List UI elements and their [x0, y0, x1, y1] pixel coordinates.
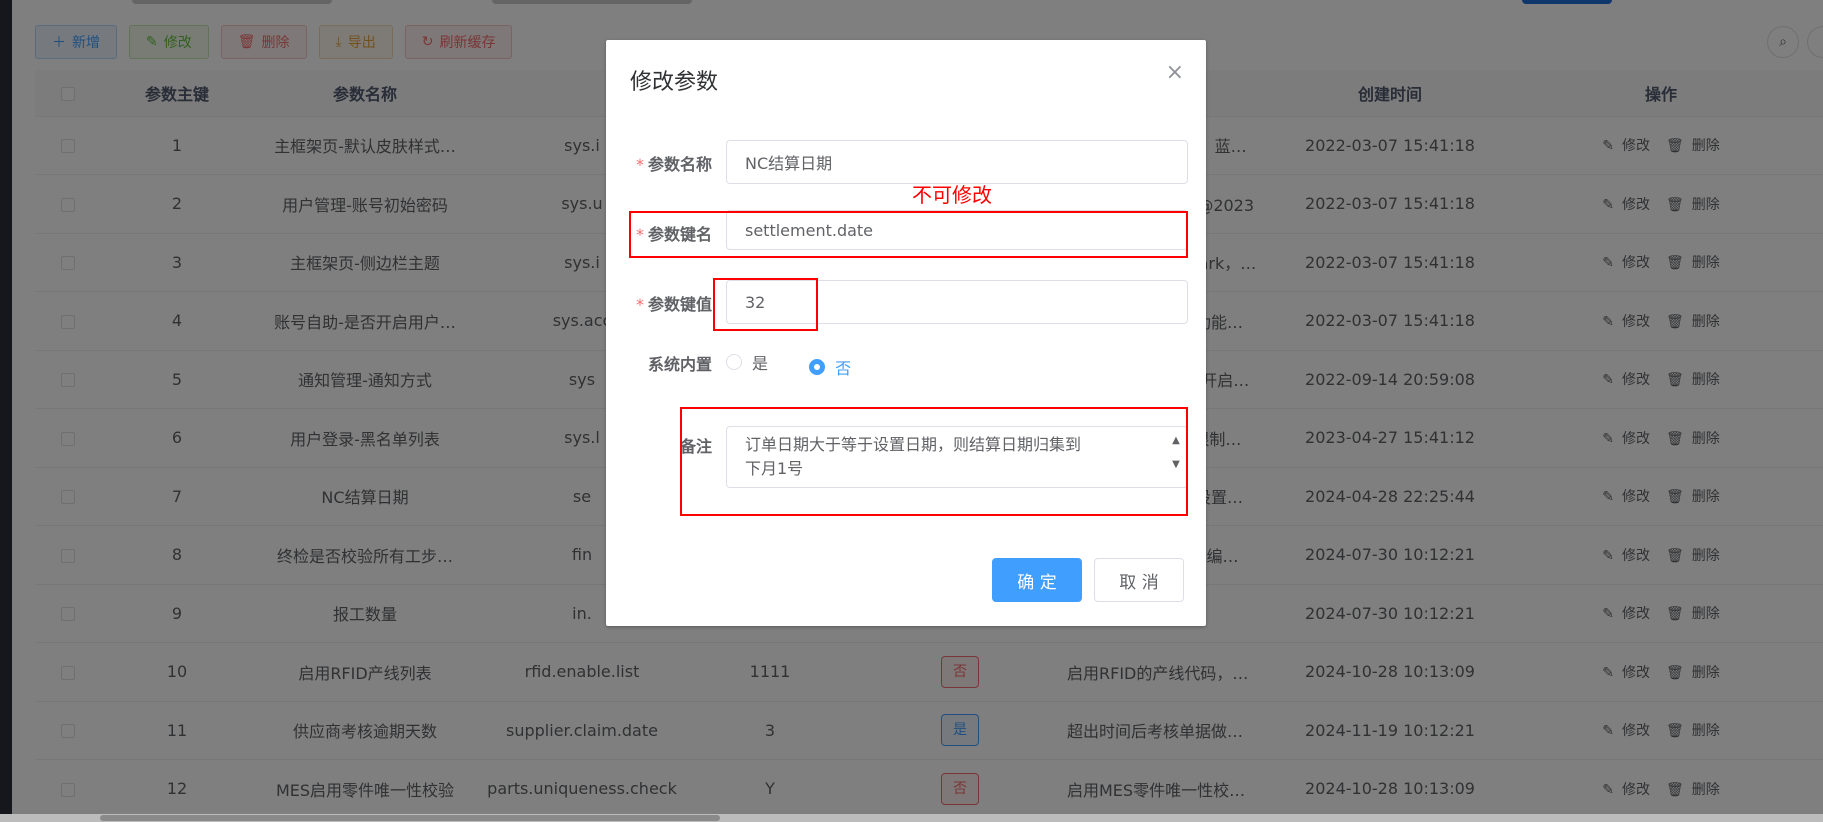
annotation-box-key	[629, 211, 1188, 258]
required-mark: *	[635, 295, 644, 314]
value-label: * 参数键值	[635, 295, 712, 314]
builtin-radio-group: 是 否	[726, 350, 887, 379]
required-mark: *	[635, 155, 644, 174]
builtin-yes-radio[interactable]: 是	[726, 350, 768, 374]
name-label: * 参数名称	[635, 155, 712, 174]
cancel-button[interactable]: 取 消	[1094, 558, 1184, 602]
radio-circle	[726, 354, 742, 370]
param-name-input[interactable]: NC结算日期	[726, 140, 1188, 184]
annotation-note: 不可修改	[912, 183, 992, 207]
dialog-title: 修改参数	[630, 70, 719, 95]
annotation-box-value	[713, 278, 818, 331]
scrollbar-thumb[interactable]	[100, 815, 720, 821]
builtin-label: 系统内置	[647, 355, 712, 374]
confirm-button[interactable]: 确 定	[992, 558, 1082, 602]
radio-circle-checked	[809, 359, 826, 375]
edit-param-dialog: 修改参数 × * 参数名称 NC结算日期 * 参数键名 settlement.dat…	[606, 40, 1206, 626]
builtin-no-radio[interactable]: 否	[809, 355, 851, 379]
close-icon[interactable]: ×	[1166, 62, 1184, 84]
annotation-box-remark	[680, 407, 1188, 516]
